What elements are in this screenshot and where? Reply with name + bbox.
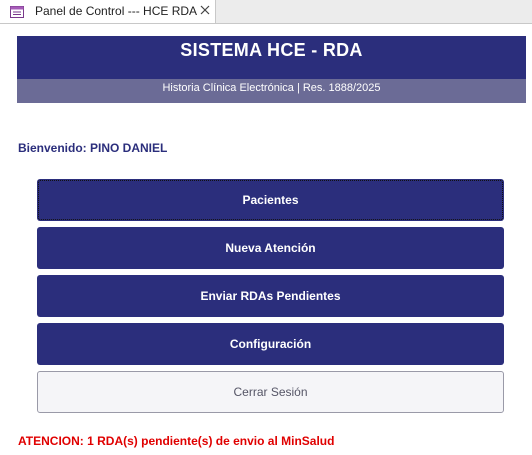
- control-panel-form: SISTEMA HCE - RDA Historia Clínica Elect…: [0, 24, 532, 455]
- system-title: SISTEMA HCE - RDA: [180, 40, 363, 60]
- tab-title: Panel de Control --- HCE RDA: [35, 4, 198, 18]
- nueva-atencion-button[interactable]: Nueva Atención: [37, 227, 504, 269]
- pacientes-button[interactable]: Pacientes: [37, 179, 504, 221]
- header-subbanner: Historia Clínica Electrónica | Res. 1888…: [17, 79, 526, 103]
- welcome-label: Bienvenido: PINO DANIEL: [18, 141, 168, 155]
- document-tab-bar: Panel de Control --- HCE RDA: [0, 0, 532, 24]
- cerrar-sesion-button[interactable]: Cerrar Sesión: [37, 371, 504, 413]
- enviar-rdas-button[interactable]: Enviar RDAs Pendientes: [37, 275, 504, 317]
- system-subtitle: Historia Clínica Electrónica | Res. 1888…: [162, 82, 381, 94]
- document-tab[interactable]: Panel de Control --- HCE RDA: [0, 0, 216, 23]
- form-icon: [10, 5, 24, 18]
- close-icon[interactable]: [198, 3, 212, 17]
- header-banner: SISTEMA HCE - RDA: [17, 36, 526, 79]
- configuracion-button[interactable]: Configuración: [37, 323, 504, 365]
- pending-alert-label: ATENCION: 1 RDA(s) pendiente(s) de envio…: [18, 434, 335, 448]
